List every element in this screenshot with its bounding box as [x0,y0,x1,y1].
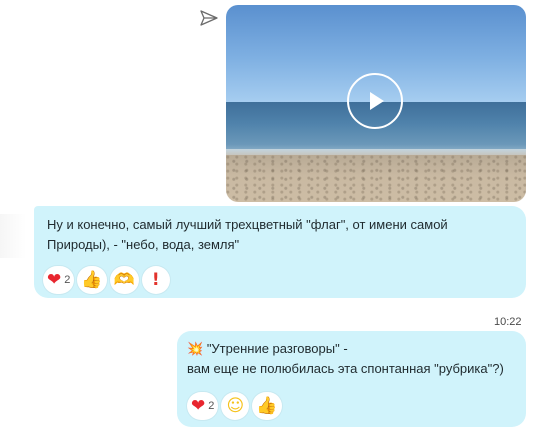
reactions-bar: ❤ 2 👍 🫶 ! [43,266,170,294]
reaction-exclamation[interactable]: ! [141,266,170,294]
message-text-line: Ну и конечно, самый лучший трехцветный "… [47,217,448,232]
play-button[interactable] [347,73,403,129]
message-text-line: вам еще не полюбилась эта спонтанная "ру… [187,361,504,376]
reaction-heart-hands[interactable]: 🫶 [109,266,139,294]
message-text-line: Природы), - "небо, вода, земля" [47,237,240,252]
left-edge-shadow [0,214,26,258]
message-bubble[interactable]: 💥 "Утренние разговоры" - вам еще не полю… [177,331,526,427]
video-sand [226,155,526,202]
forward-send-icon[interactable] [199,8,219,28]
reaction-thumbs-up[interactable]: 👍 [252,392,282,420]
play-icon [370,92,384,110]
heart-icon: ❤ [47,269,62,290]
video-message[interactable] [226,5,526,202]
heart-hands-icon: 🫶 [113,269,135,290]
reactions-bar: ❤ 2 ☺ 👍 [187,392,282,420]
smile-icon: ☺ [226,395,245,416]
message-text: "Утренние разговоры" - [206,341,348,356]
message-text-line: 💥 "Утренние разговоры" - [187,339,516,359]
message-bubble[interactable]: Ну и конечно, самый лучший трехцветный "… [34,206,526,298]
reaction-thumbs-up[interactable]: 👍 [77,266,107,294]
reaction-smile[interactable]: ☺ [221,392,250,420]
thumbs-up-icon: 👍 [256,395,278,416]
reaction-count: 2 [208,400,215,412]
reaction-count: 2 [64,274,71,286]
collision-icon: 💥 [187,341,204,356]
thumbs-up-icon: 👍 [81,269,103,290]
reaction-heart[interactable]: ❤ 2 [43,266,75,294]
chat-window: Ну и конечно, самый лучший трехцветный "… [0,0,535,428]
exclamation-icon: ! [151,269,160,290]
heart-icon: ❤ [191,395,206,416]
message-timestamp: 10:22 [494,316,522,328]
reaction-heart[interactable]: ❤ 2 [187,392,219,420]
